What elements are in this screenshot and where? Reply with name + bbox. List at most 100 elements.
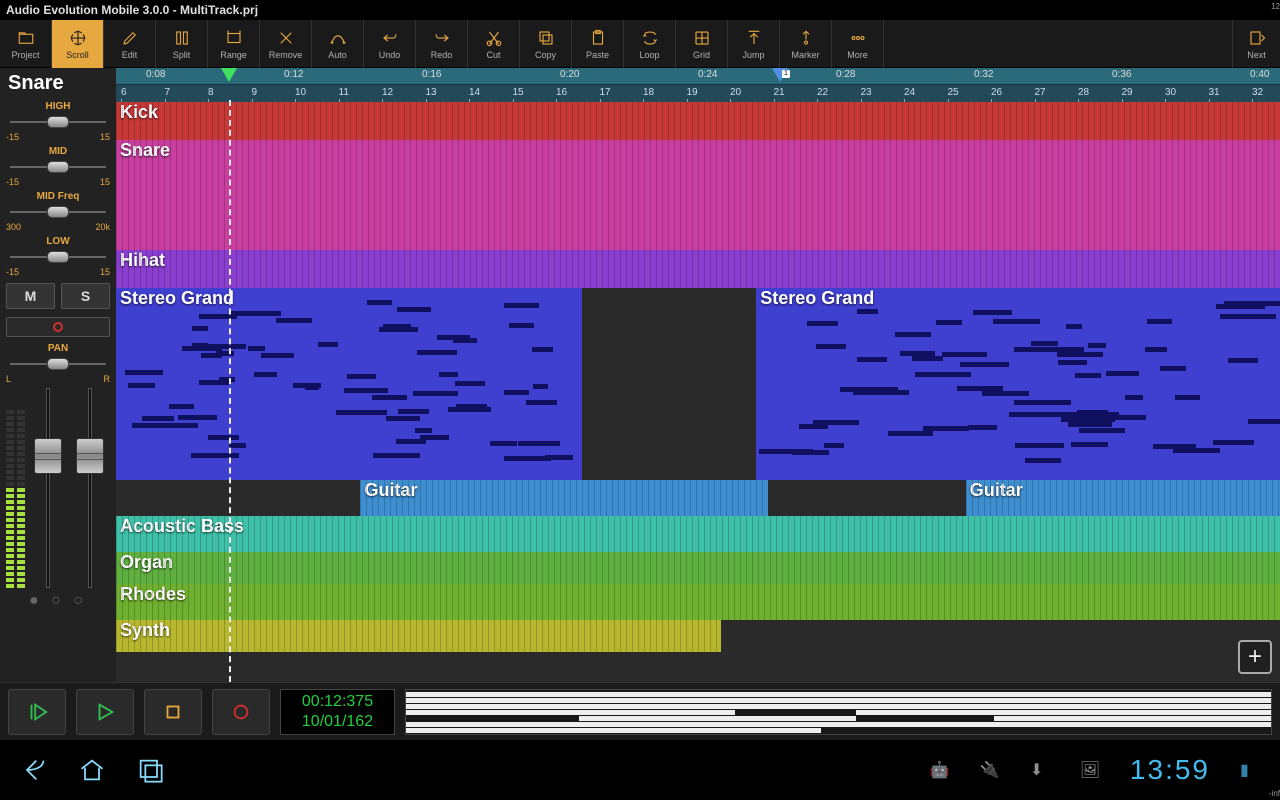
- time-display[interactable]: 00:12:375 10/01/162: [280, 689, 395, 735]
- pan-slider[interactable]: [4, 356, 112, 372]
- track-stereo-grand[interactable]: Stereo Grand Stereo Grand: [116, 288, 1280, 480]
- transport-bar: 00:12:375 10/01/162: [0, 682, 1280, 740]
- clip[interactable]: Guitar: [360, 480, 767, 516]
- paste-icon: [588, 28, 608, 48]
- track-acoustic-bass[interactable]: Acoustic Bass: [116, 516, 1280, 552]
- copy-button[interactable]: Copy: [520, 20, 572, 68]
- timeline-area: 1 0:080:120:160:200:240:280:320:360:40 6…: [116, 68, 1280, 682]
- undo-button[interactable]: Undo: [364, 20, 416, 68]
- jump-button[interactable]: Jump: [728, 20, 780, 68]
- play-button[interactable]: [76, 689, 134, 735]
- track-synth[interactable]: Synth: [116, 620, 1280, 652]
- track-guitar[interactable]: Guitar Guitar: [116, 480, 1280, 516]
- main-toolbar: ProjectScrollEditSplitRangeRemoveAutoUnd…: [0, 20, 1280, 68]
- solo-button[interactable]: S: [61, 283, 110, 309]
- add-track-button[interactable]: +: [1238, 640, 1272, 674]
- image-icon: 🖼: [1080, 760, 1100, 780]
- home-icon[interactable]: [78, 756, 106, 784]
- remove-button[interactable]: Remove: [260, 20, 312, 68]
- loop-icon: [640, 28, 660, 48]
- volume-fader[interactable]: [28, 388, 68, 588]
- track-inspector: Snare HIGH -1515 MID -1515 MID Freq 3002…: [0, 68, 116, 682]
- channel-meters: 1260-6-12-24-inf: [6, 388, 110, 588]
- clip[interactable]: Stereo Grand: [756, 288, 1280, 480]
- x-icon: [276, 28, 296, 48]
- fader-knob[interactable]: [34, 438, 62, 474]
- bar-ruler[interactable]: 6789101112131415161718192021222324252627…: [116, 84, 1280, 102]
- cut-button[interactable]: Cut: [468, 20, 520, 68]
- fader-knob[interactable]: [76, 438, 104, 474]
- clip[interactable]: Guitar: [966, 480, 1280, 516]
- playhead[interactable]: [229, 100, 231, 682]
- clip[interactable]: Hihat: [116, 250, 1280, 288]
- project-button[interactable]: Project: [0, 20, 52, 68]
- undo-icon: [380, 28, 400, 48]
- track-rhodes[interactable]: Rhodes: [116, 584, 1280, 620]
- tracks-container[interactable]: KickSnareHihatStereo GrandStereo GrandGu…: [116, 102, 1280, 682]
- grid-icon: [692, 28, 712, 48]
- scroll-button[interactable]: Scroll: [52, 20, 104, 68]
- clip[interactable]: Snare: [116, 140, 1280, 250]
- scroll-icon: [68, 28, 88, 48]
- clip[interactable]: Acoustic Bass: [116, 516, 1280, 552]
- clip[interactable]: Rhodes: [116, 584, 1280, 620]
- folder-icon: [16, 28, 36, 48]
- cut-icon: [484, 28, 504, 48]
- download-icon: ⬇: [1030, 760, 1050, 780]
- clip[interactable]: Synth: [116, 620, 721, 652]
- clip[interactable]: Kick: [116, 102, 1280, 140]
- vu-meter-right: [17, 388, 25, 588]
- loop-end-marker[interactable]: 1: [772, 68, 788, 82]
- eq-mid-slider[interactable]: [4, 159, 112, 175]
- track-snare[interactable]: Snare: [116, 140, 1280, 250]
- clip[interactable]: Organ: [116, 552, 1280, 584]
- system-clock[interactable]: 13:59: [1130, 754, 1210, 786]
- track-organ[interactable]: Organ: [116, 552, 1280, 584]
- eq-low-slider[interactable]: [4, 249, 112, 265]
- recent-apps-icon[interactable]: [136, 756, 164, 784]
- volume-fader-2[interactable]: [71, 388, 111, 588]
- marker-icon: [796, 28, 816, 48]
- redo-button[interactable]: Redo: [416, 20, 468, 68]
- pan-label: PAN: [4, 343, 112, 354]
- auto-button[interactable]: Auto: [312, 20, 364, 68]
- more-button[interactable]: More: [832, 20, 884, 68]
- pencil-icon: [120, 28, 140, 48]
- back-icon[interactable]: [20, 756, 48, 784]
- auto-icon: [328, 28, 348, 48]
- record-button[interactable]: [212, 689, 270, 735]
- copy-icon: [536, 28, 556, 48]
- paste-button[interactable]: Paste: [572, 20, 624, 68]
- split-icon: [172, 28, 192, 48]
- edit-button[interactable]: Edit: [104, 20, 156, 68]
- loop-button[interactable]: Loop: [624, 20, 676, 68]
- track-hihat[interactable]: Hihat: [116, 250, 1280, 288]
- track-kick[interactable]: Kick: [116, 102, 1280, 140]
- stop-button[interactable]: [144, 689, 202, 735]
- page-dots[interactable]: ● ○ ○: [4, 592, 112, 610]
- record-icon: [53, 322, 63, 332]
- eq-high-label: HIGH: [4, 101, 112, 112]
- project-overview[interactable]: [405, 689, 1272, 735]
- grid-button[interactable]: Grid: [676, 20, 728, 68]
- window-titlebar: Audio Evolution Mobile 3.0.0 - MultiTrac…: [0, 0, 1280, 20]
- time-ruler[interactable]: 1 0:080:120:160:200:240:280:320:360:40: [116, 68, 1280, 84]
- android-icon: 🤖: [930, 760, 950, 780]
- loop-start-marker[interactable]: [221, 68, 237, 82]
- vu-meter-left: [6, 388, 14, 588]
- system-navbar: 🤖 🔌 ⬇ 🖼 13:59 ▮: [0, 740, 1280, 800]
- selected-track-name: Snare: [4, 70, 112, 97]
- clip[interactable]: Stereo Grand: [116, 288, 582, 480]
- mute-button[interactable]: M: [6, 283, 55, 309]
- battery-icon: ▮: [1240, 760, 1260, 780]
- jump-icon: [744, 28, 764, 48]
- marker-button[interactable]: Marker: [780, 20, 832, 68]
- eq-high-slider[interactable]: [4, 114, 112, 130]
- more-icon: [848, 28, 868, 48]
- record-arm-button[interactable]: [6, 317, 110, 337]
- eq-midfreq-label: MID Freq: [4, 191, 112, 202]
- eq-midfreq-slider[interactable]: [4, 204, 112, 220]
- split-button[interactable]: Split: [156, 20, 208, 68]
- range-button[interactable]: Range: [208, 20, 260, 68]
- play-from-start-button[interactable]: [8, 689, 66, 735]
